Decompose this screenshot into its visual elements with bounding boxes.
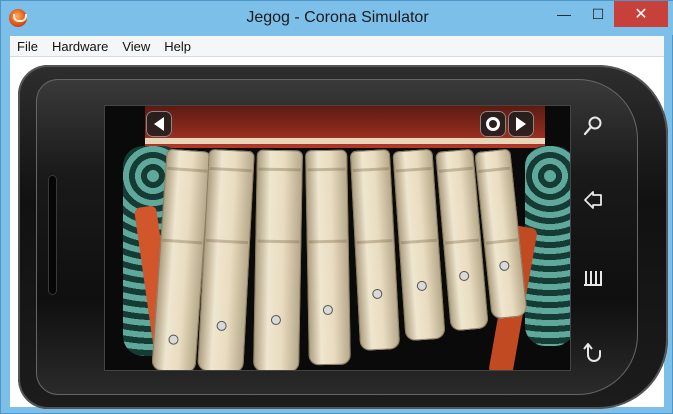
nail	[169, 335, 178, 344]
app-screen[interactable]	[104, 105, 571, 371]
menu-icon	[584, 271, 602, 286]
triangle-right-icon	[516, 117, 526, 131]
nail	[271, 315, 281, 325]
bamboo-bar-5[interactable]	[349, 149, 401, 351]
record-button[interactable]	[481, 112, 505, 136]
nail	[323, 305, 332, 315]
menu-help[interactable]: Help	[157, 39, 198, 54]
next-button[interactable]	[509, 112, 533, 136]
simulator-window: Jegog - Corona Simulator — ☐ ✕ File Hard…	[0, 0, 673, 414]
maximize-button[interactable]: ☐	[583, 1, 613, 27]
menu-hardware[interactable]: Hardware	[45, 39, 115, 54]
device-skin	[18, 65, 668, 409]
menu-file[interactable]: File	[10, 39, 45, 54]
triangle-left-icon	[154, 117, 164, 131]
menu-view[interactable]: View	[115, 39, 157, 54]
menu-bar: File Hardware View Help	[10, 36, 664, 57]
back-icon	[583, 343, 601, 362]
hardware-back-button[interactable]	[578, 337, 608, 367]
hardware-home-button[interactable]	[578, 185, 608, 215]
nail	[417, 281, 427, 291]
nail	[373, 289, 382, 299]
simulator-client-area	[10, 57, 668, 409]
minimize-button[interactable]: —	[549, 1, 579, 27]
close-button[interactable]: ✕	[614, 1, 668, 27]
bamboo-bar-3[interactable]	[253, 149, 303, 370]
nail	[217, 321, 226, 331]
hardware-search-button[interactable]	[578, 111, 608, 141]
bamboo-bar-4[interactable]	[305, 149, 351, 366]
previous-button[interactable]	[147, 112, 171, 136]
title-bar[interactable]: Jegog - Corona Simulator — ☐ ✕	[1, 1, 673, 35]
home-icon	[584, 191, 602, 209]
circle-icon	[486, 117, 500, 131]
hardware-menu-button[interactable]	[578, 263, 608, 293]
search-icon	[583, 116, 602, 136]
device-speaker-slot	[48, 175, 57, 295]
nail	[499, 261, 509, 271]
nail	[459, 271, 469, 281]
